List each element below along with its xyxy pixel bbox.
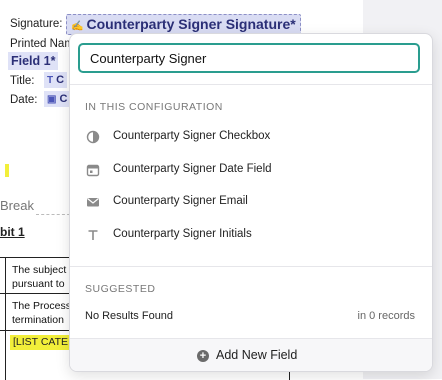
add-new-field-label: Add New Field (216, 348, 298, 362)
date-label: Date: (10, 94, 38, 106)
signature-label: Signature: (10, 18, 63, 30)
page-break-label: Break (0, 198, 34, 213)
email-icon (87, 198, 99, 207)
option-signer-date-field[interactable]: Counterparty Signer Date Field (70, 155, 432, 185)
exhibit-heading: bit 1 (0, 225, 25, 239)
suggested-divider (70, 266, 432, 267)
title-label: Title: (10, 75, 35, 87)
table-row-2-line-2: termination (12, 314, 64, 326)
signature-icon: ✍ (71, 21, 84, 32)
title-field-chip[interactable]: TC (44, 72, 68, 88)
option-label: Counterparty Signer Checkbox (113, 130, 271, 142)
table-row-1-line-1: The subject (12, 264, 67, 276)
option-label: Counterparty Signer Initials (113, 228, 252, 240)
signature-field-chip[interactable]: ✍ Counterparty Signer Signature* (66, 14, 301, 35)
section-label-suggested: SUGGESTED (85, 283, 156, 295)
option-label: Counterparty Signer Date Field (113, 163, 272, 175)
field-search-input[interactable] (78, 43, 420, 73)
table-row-1-line-2: pursuant to (12, 278, 65, 290)
text-icon: T (47, 75, 54, 86)
calendar-icon: ▣ (47, 94, 57, 105)
table-row-2-line-1: The Process (12, 300, 71, 312)
printed-name-label: Printed Nam (10, 38, 74, 50)
field-picker-dropdown: IN THIS CONFIGURATION Counterparty Signe… (69, 33, 433, 372)
date-chip-label: C (59, 93, 68, 105)
calendar-icon (86, 164, 100, 177)
checkbox-icon (86, 130, 100, 144)
records-count: in 0 records (357, 310, 415, 322)
option-signer-initials[interactable]: Counterparty Signer Initials (70, 220, 432, 250)
field-1-chip[interactable]: Field 1* (8, 52, 59, 70)
section-label-configuration: IN THIS CONFIGURATION (85, 101, 223, 113)
no-results-text: No Results Found (85, 310, 174, 322)
option-signer-email[interactable]: Counterparty Signer Email (70, 187, 432, 217)
plus-circle-icon: + (197, 350, 209, 362)
text-icon (88, 230, 98, 240)
search-divider (70, 84, 432, 85)
option-label: Counterparty Signer Email (113, 195, 248, 207)
add-new-field-button[interactable]: + Add New Field (70, 338, 432, 371)
date-field-chip[interactable]: ▣ C (44, 91, 71, 107)
highlight-marker (5, 164, 9, 177)
title-chip-label: C (56, 74, 65, 86)
list-category-placeholder: [LIST CATE (10, 335, 72, 350)
signature-chip-label: Counterparty Signer Signature* (86, 16, 296, 32)
option-signer-checkbox[interactable]: Counterparty Signer Checkbox (70, 122, 432, 152)
